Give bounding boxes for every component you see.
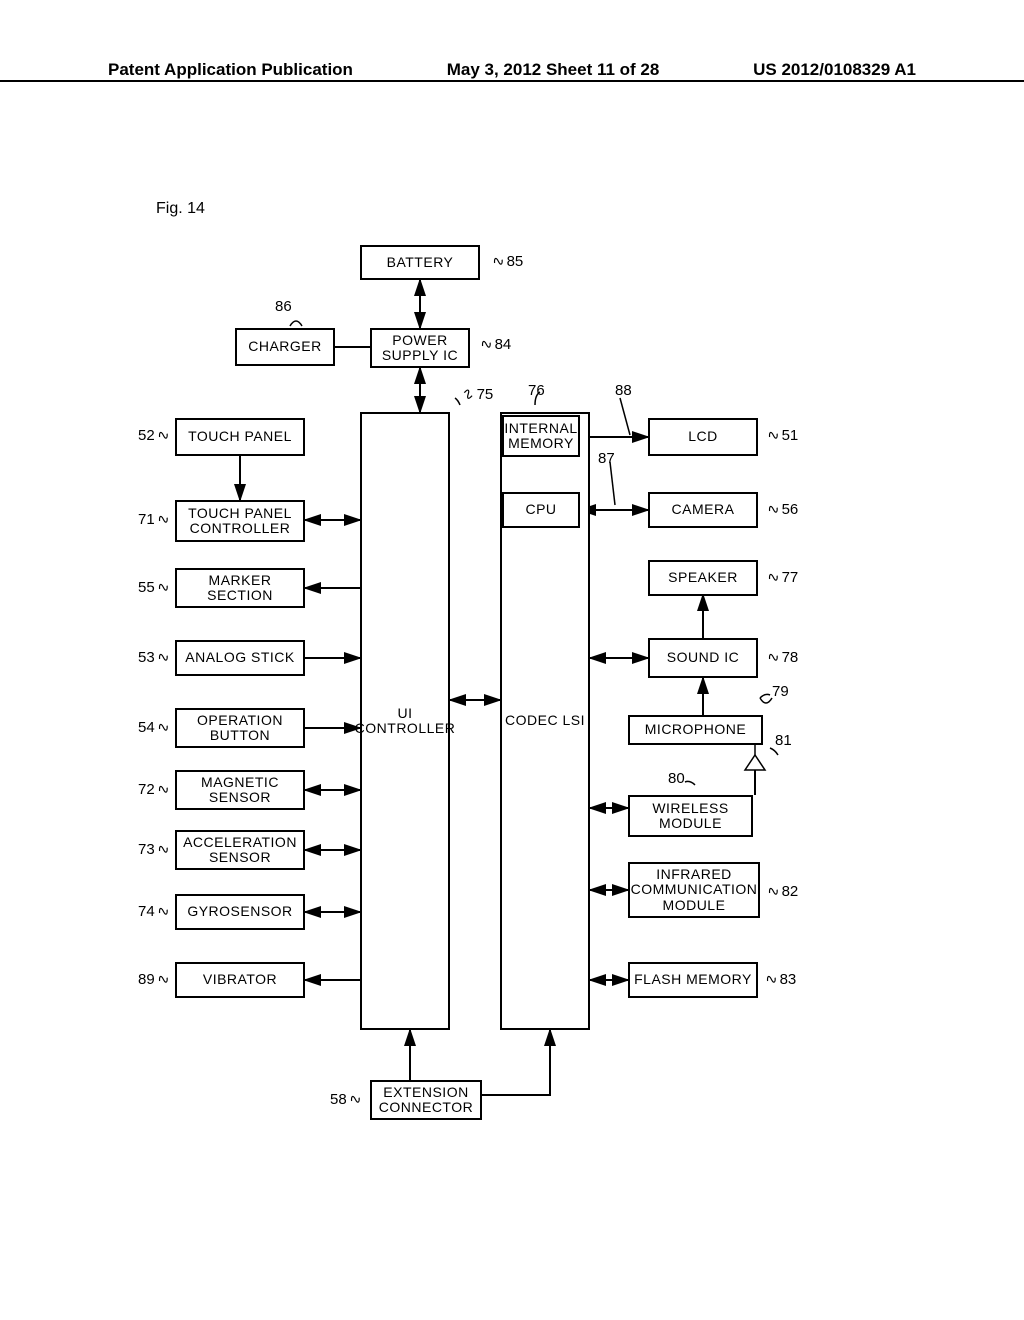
block-acceleration-sensor: ACCELERATION SENSOR [175, 830, 305, 870]
ref-85: ∿85 [490, 252, 523, 270]
block-extension-connector: EXTENSION CONNECTOR [370, 1080, 482, 1120]
block-operation-button: OPERATION BUTTON [175, 708, 305, 748]
ref-86: 86 [275, 298, 292, 315]
ref-72: 72∿ [138, 780, 171, 798]
ref-89: 89∿ [138, 970, 171, 988]
block-cpu: CPU [502, 492, 580, 528]
block-flash-memory: FLASH MEMORY [628, 962, 758, 998]
block-battery: BATTERY [360, 245, 480, 280]
ref-88: 88 [615, 382, 632, 399]
block-power-supply: POWER SUPPLY IC [370, 328, 470, 368]
ref-79: 79 [772, 683, 789, 700]
block-infrared-module: INFRARED COMMUNICATION MODULE [628, 862, 760, 918]
ref-56: ∿56 [765, 500, 798, 518]
block-analog-stick: ANALOG STICK [175, 640, 305, 676]
header-left: Patent Application Publication [108, 60, 353, 80]
ref-55: 55∿ [138, 578, 171, 596]
block-vibrator: VIBRATOR [175, 962, 305, 998]
block-wireless-module: WIRELESS MODULE [628, 795, 753, 837]
block-touch-panel-controller: TOUCH PANEL CONTROLLER [175, 500, 305, 542]
ref-84: ∿84 [478, 335, 511, 353]
ref-87: 87 [598, 450, 615, 467]
block-gyrosensor: GYROSENSOR [175, 894, 305, 930]
block-internal-memory: INTERNAL MEMORY [502, 415, 580, 457]
header-right: US 2012/0108329 A1 [753, 60, 916, 80]
block-speaker: SPEAKER [648, 560, 758, 596]
header-center: May 3, 2012 Sheet 11 of 28 [447, 60, 660, 80]
block-lcd: LCD [648, 418, 758, 456]
block-touch-panel: TOUCH PANEL [175, 418, 305, 456]
block-charger: CHARGER [235, 328, 335, 366]
block-microphone: MICROPHONE [628, 715, 763, 745]
ref-71: 71∿ [138, 510, 171, 528]
block-marker: MARKER SECTION [175, 568, 305, 608]
block-magnetic-sensor: MAGNETIC SENSOR [175, 770, 305, 810]
ref-82: ∿82 [765, 882, 798, 900]
ref-75: ∿75 [460, 385, 493, 403]
ref-74: 74∿ [138, 902, 171, 920]
ref-58: 58∿ [330, 1090, 363, 1108]
block-ui-controller: UI CONTROLLER [360, 412, 450, 1030]
ref-78: ∿78 [765, 648, 798, 666]
ref-53: 53∿ [138, 648, 171, 666]
block-sound-ic: SOUND IC [648, 638, 758, 678]
block-diagram: BATTERY ∿85 CHARGER 86 POWER SUPPLY IC ∿… [130, 240, 900, 1180]
ref-73: 73∿ [138, 840, 171, 858]
ref-80: 80 [668, 770, 685, 787]
ref-77: ∿77 [765, 568, 798, 586]
block-camera: CAMERA [648, 492, 758, 528]
figure-label: Fig. 14 [156, 200, 205, 218]
ref-81: 81 [775, 732, 792, 749]
ref-54: 54∿ [138, 718, 171, 736]
ref-83: ∿83 [763, 970, 796, 988]
ref-76: 76 [528, 382, 545, 399]
ref-52: 52∿ [138, 426, 171, 444]
ref-51: ∿51 [765, 426, 798, 444]
